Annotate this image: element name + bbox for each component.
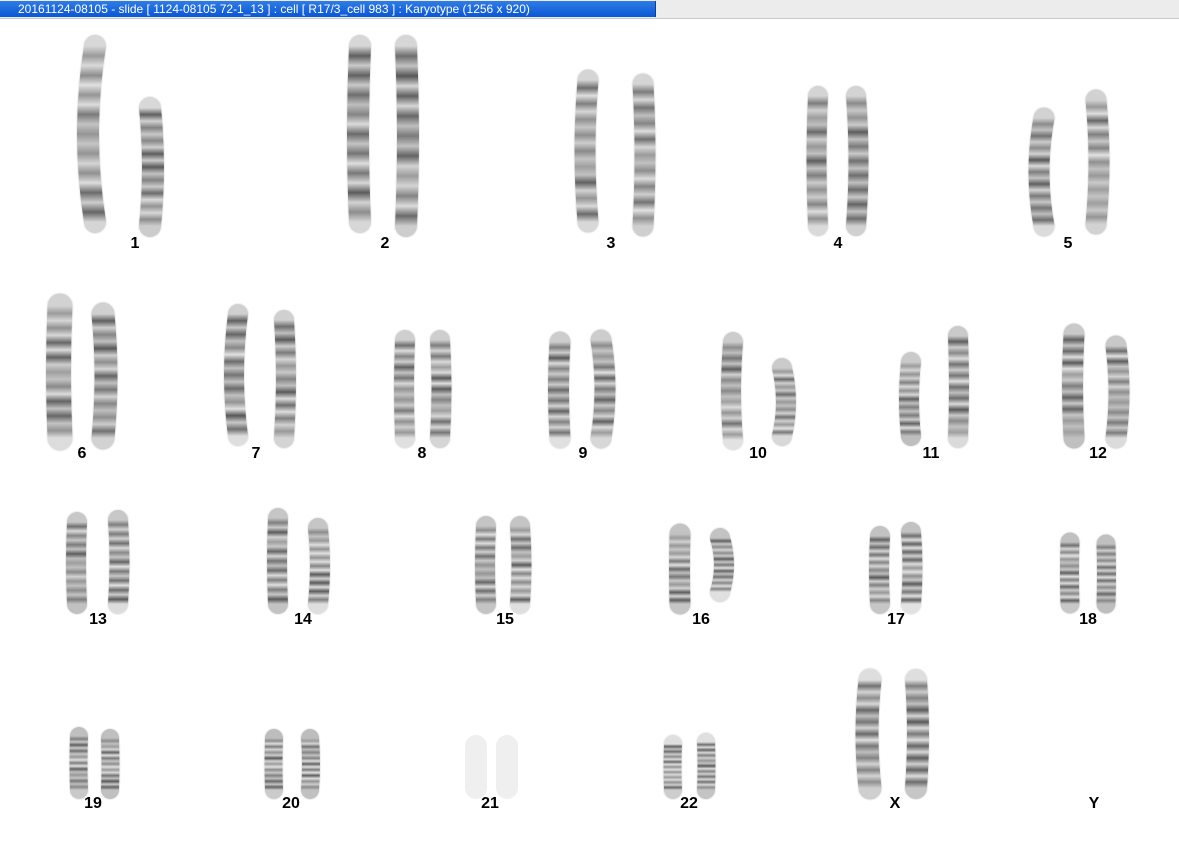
chromosome-5-homolog-2: [1085, 89, 1110, 235]
chromosome-pair-18[interactable]: 18: [1059, 531, 1117, 628]
chromosome-19-homolog-2: [101, 729, 120, 799]
chromosome-7-homolog-1: [224, 304, 248, 446]
chromosome-22-homolog-1: [663, 735, 682, 799]
chromosome-9-homolog-2: [590, 329, 616, 449]
chromosome-5-homolog-1: [1028, 107, 1055, 237]
chromosome-label-15: 15: [496, 611, 514, 628]
chromosome-12-homolog-1: [1062, 323, 1085, 449]
chromosome-pair-9[interactable]: 9: [547, 328, 617, 462]
chromosome-pair-22[interactable]: 22: [662, 732, 717, 812]
chromosome-label-y: Y: [1089, 795, 1100, 812]
chromosome-4-homolog-1: [806, 86, 828, 236]
chromosome-label-x: X: [890, 795, 901, 812]
chromosome-10-homolog-2: [772, 358, 796, 446]
chromosome-pair-3[interactable]: 3: [573, 68, 657, 252]
chromosome-pair-17[interactable]: 17: [868, 521, 924, 628]
chromosome-pair-4[interactable]: 4: [805, 85, 870, 252]
chromosome-pair-y[interactable]: Y: [1089, 795, 1100, 812]
chromosome-label-17: 17: [887, 611, 905, 628]
chromosome-11-homolog-1: [899, 352, 921, 446]
chromosome-label-8: 8: [418, 445, 427, 462]
chromosome-1-homolog-2: [139, 97, 164, 237]
chromosome-label-9: 9: [579, 445, 588, 462]
chromosome-3-homolog-2: [632, 73, 656, 237]
chromosome-label-5: 5: [1064, 235, 1073, 252]
chromosome-x-homolog-1: [855, 668, 882, 800]
chromosome-22-homolog-2: [697, 733, 716, 799]
chromosome-pair-x[interactable]: X: [854, 667, 930, 812]
chromosome-2-homolog-2: [395, 35, 419, 237]
chromosome-label-19: 19: [84, 795, 102, 812]
chromosome-15-homolog-2: [510, 516, 532, 614]
chromosome-20-homolog-2: [301, 729, 320, 799]
chromosome-pair-8[interactable]: 8: [393, 329, 453, 462]
karyogram: 1 2 3 4 56 7 8 9 10 11 1213 14 15 16 17 1819 20 21 22 X Y: [45, 34, 1131, 812]
chromosome-pair-2[interactable]: 2: [346, 34, 420, 252]
chromosome-11-homolog-2: [948, 326, 969, 448]
chromosome-1-homolog-1: [77, 35, 106, 233]
chromosome-8-homolog-2: [430, 330, 452, 448]
chromosome-pair-16[interactable]: 16: [668, 522, 735, 628]
chromosome-18-homolog-1: [1060, 532, 1080, 614]
chromosome-pair-15[interactable]: 15: [474, 515, 533, 628]
chromosome-19-homolog-1: [69, 727, 88, 799]
chromosome-pair-20[interactable]: 20: [263, 728, 321, 812]
chromosome-pair-13[interactable]: 13: [65, 509, 131, 628]
chromosome-9-homolog-1: [548, 331, 571, 449]
chromosome-label-12: 12: [1089, 445, 1107, 462]
chromosome-17-homolog-2: [901, 522, 923, 614]
chromosome-label-4: 4: [834, 235, 843, 252]
chromosome-8-homolog-1: [394, 330, 415, 448]
chromosome-label-18: 18: [1079, 611, 1097, 628]
chromosome-label-3: 3: [607, 235, 616, 252]
chromosome-pair-11[interactable]: 11: [898, 325, 970, 462]
chromosome-17-homolog-1: [869, 526, 890, 614]
chromosome-7-homolog-2: [274, 310, 296, 448]
chromosome-label-22: 22: [680, 795, 698, 812]
chromosome-12-homolog-2: [1105, 335, 1130, 449]
chromosome-18-homolog-2: [1096, 534, 1116, 614]
chromosome-13-homolog-1: [66, 512, 87, 614]
chromosome-4-homolog-2: [846, 86, 869, 236]
chromosome-16-homolog-1: [669, 523, 691, 615]
chromosome-6-homolog-1: [46, 293, 73, 451]
chromosome-label-2: 2: [381, 235, 390, 252]
chromosome-14-homolog-1: [267, 508, 288, 614]
chromosome-label-11: 11: [923, 445, 940, 462]
chromosome-pair-14[interactable]: 14: [266, 507, 331, 628]
chromosome-pair-19[interactable]: 19: [68, 726, 121, 812]
chromosome-label-6: 6: [78, 445, 87, 462]
chromosome-pair-5[interactable]: 5: [1027, 88, 1111, 252]
chromosome-label-21: 21: [481, 795, 499, 812]
chromosome-pair-10[interactable]: 10: [720, 331, 797, 462]
chromosome-pair-6[interactable]: 6: [45, 292, 119, 462]
chromosome-label-13: 13: [89, 611, 107, 628]
chromosome-3-homolog-1: [574, 69, 599, 233]
chromosome-label-7: 7: [252, 445, 261, 462]
chromosome-label-10: 10: [749, 445, 767, 462]
chromosome-label-14: 14: [294, 611, 312, 628]
chromosome-label-20: 20: [282, 795, 300, 812]
chromosome-15-homolog-1: [475, 516, 496, 614]
chromosome-x-homolog-2: [905, 669, 929, 799]
chromosome-pair-7[interactable]: 7: [223, 303, 297, 462]
chromosome-pair-1[interactable]: 1: [76, 34, 165, 252]
chromosome-14-homolog-2: [308, 518, 330, 614]
chromosome-pair-21[interactable]: 21: [465, 735, 518, 812]
chromosome-pair-12[interactable]: 12: [1061, 322, 1131, 462]
chromosome-20-homolog-1: [264, 729, 283, 799]
chromosome-13-homolog-2: [108, 510, 130, 614]
chromosome-6-homolog-2: [91, 302, 118, 450]
chromosome-label-16: 16: [692, 611, 710, 628]
chromosome-16-homolog-2: [710, 528, 734, 602]
chromosome-10-homolog-1: [721, 332, 743, 450]
chromosome-2-homolog-1: [347, 35, 371, 233]
chromosome-label-1: 1: [131, 235, 140, 252]
